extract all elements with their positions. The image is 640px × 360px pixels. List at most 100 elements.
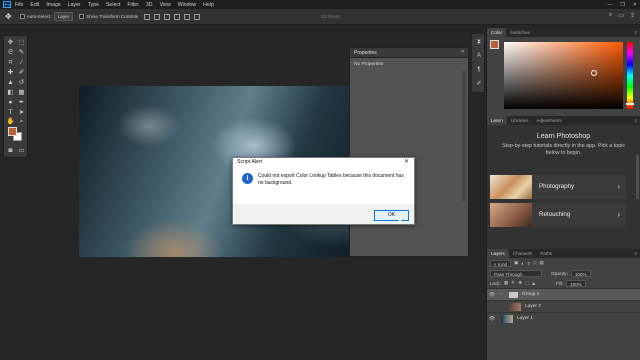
align-top-icon[interactable] <box>174 13 181 20</box>
layer-filter-dropdown[interactable]: ⌕ Kind <box>490 259 512 267</box>
healing-tool-icon[interactable]: ✚ <box>6 68 15 77</box>
align-middle-icon[interactable] <box>184 13 191 20</box>
stamp-tool-icon[interactable]: ▲ <box>6 78 15 87</box>
learn-scrollbar[interactable] <box>636 155 639 199</box>
brush-tool-icon[interactable]: ✐ <box>17 68 26 77</box>
eyedropper-tool-icon[interactable]: ⁄ <box>17 58 26 67</box>
history-brush-tool-icon[interactable]: ↺ <box>17 78 26 87</box>
lock-all-icon[interactable]: 🔒︎ <box>532 281 534 286</box>
visibility-eye-icon[interactable]: 👁︎ <box>487 316 497 322</box>
foreground-color-swatch[interactable] <box>8 127 17 136</box>
close-icon[interactable]: ✕ <box>404 158 409 165</box>
lock-paint-icon[interactable]: ✎ <box>511 280 515 286</box>
quick-mask-icon[interactable]: ◙ <box>6 146 15 155</box>
lock-position-icon[interactable]: ✥ <box>518 280 522 286</box>
quick-select-tool-icon[interactable]: ✎ <box>17 48 26 57</box>
tab-learn[interactable]: Learn <box>487 116 507 125</box>
dialog-footer: OK <box>233 204 414 224</box>
learn-topic-photography[interactable]: Photography › <box>490 175 626 199</box>
layer-name: Layer 2 <box>525 304 541 309</box>
path-select-tool-icon[interactable]: ➤ <box>17 108 26 117</box>
align-center-icon[interactable] <box>154 13 161 20</box>
crop-tool-icon[interactable]: ⌗ <box>6 58 15 67</box>
minimize-button[interactable]: — <box>607 2 612 8</box>
menu-view[interactable]: View <box>160 2 171 8</box>
move-tool-icon[interactable]: ✥ <box>5 12 12 21</box>
tab-libraries[interactable]: Libraries <box>507 116 533 125</box>
menu-select[interactable]: Select <box>106 2 120 8</box>
pen-tool-icon[interactable]: ✒ <box>17 98 26 107</box>
blend-mode-dropdown[interactable]: Pass Through <box>490 269 542 277</box>
brush-panel-icon[interactable]: ✐ <box>475 80 483 88</box>
move-tool-icon[interactable]: ✥ <box>6 38 15 47</box>
eraser-tool-icon[interactable]: ◧ <box>6 88 15 97</box>
panel-menu-icon[interactable]: ≡ <box>634 116 637 125</box>
fill-label: Fill: <box>555 280 563 286</box>
dodge-tool-icon[interactable]: ● <box>6 98 15 107</box>
tab-layers[interactable]: Layers <box>487 249 509 258</box>
hand-tool-icon[interactable]: ✋ <box>6 117 15 126</box>
filter-pixel-icon[interactable]: ▣ <box>514 260 518 266</box>
menu-image[interactable]: Image <box>46 2 60 8</box>
color-picker-cursor[interactable] <box>591 70 597 76</box>
hue-slider-strip[interactable] <box>627 42 633 109</box>
lock-artboard-icon[interactable]: ⬚ <box>525 280 529 286</box>
transform-controls-checkbox[interactable] <box>79 14 86 20</box>
close-button[interactable]: ✕ <box>633 2 637 8</box>
menu-type[interactable]: Type <box>88 2 99 8</box>
align-left-icon[interactable] <box>144 13 151 20</box>
panel-menu-icon[interactable]: ≡ <box>634 249 637 258</box>
character-panel-icon[interactable]: A <box>475 52 483 60</box>
filter-adjustment-icon[interactable]: ◐ <box>521 261 524 266</box>
color-picker-field[interactable] <box>504 42 623 109</box>
tab-adjustments[interactable]: Adjustments <box>532 116 565 125</box>
layer-row-layer-2[interactable]: Layer 2 <box>487 300 640 312</box>
align-bottom-icon[interactable] <box>194 13 201 20</box>
menu-filter[interactable]: Filter <box>127 2 139 8</box>
panel-menu-icon[interactable]: ≡ <box>634 28 637 37</box>
chevron-right-icon[interactable]: › <box>500 292 502 297</box>
color-foreground-swatch[interactable] <box>490 40 499 49</box>
gradient-tool-icon[interactable]: ▦ <box>17 88 26 97</box>
auto-select-checkbox[interactable] <box>19 14 27 20</box>
opacity-input[interactable]: 100% <box>570 269 591 277</box>
lasso-tool-icon[interactable]: ᘓ <box>6 48 15 57</box>
visibility-eye-icon[interactable]: 👁︎ <box>487 292 497 298</box>
marquee-tool-icon[interactable]: ⬚ <box>17 38 26 47</box>
menu-file[interactable]: File <box>15 2 23 8</box>
menu-3d[interactable]: 3D <box>146 2 153 8</box>
ok-button[interactable]: OK <box>374 210 409 221</box>
maximize-button[interactable]: ❐ <box>620 2 624 8</box>
hue-slider-handle[interactable] <box>626 103 634 105</box>
align-right-icon[interactable] <box>164 13 171 20</box>
panel-close-icon[interactable]: ✕ <box>461 49 465 55</box>
properties-panel: Properties ✕ No Properties <box>349 47 469 257</box>
tab-swatches[interactable]: Swatches <box>506 28 534 37</box>
layer-row-layer-1[interactable]: 👁︎ Layer 1 <box>487 312 640 324</box>
lock-pixels-icon[interactable]: ▦ <box>504 280 508 286</box>
zoom-tool-icon[interactable]: ⌕ <box>17 117 26 126</box>
menu-edit[interactable]: Edit <box>30 2 39 8</box>
tab-channels[interactable]: Channels <box>509 249 536 258</box>
tab-color[interactable]: Color <box>487 28 506 37</box>
menu-help[interactable]: Help <box>203 2 214 8</box>
fill-input[interactable]: 100% <box>566 279 586 287</box>
auto-select-target-dropdown[interactable]: Layer <box>53 12 74 21</box>
paragraph-panel-icon[interactable]: ¶ <box>475 66 483 74</box>
history-panel-icon[interactable]: ⧗ <box>475 38 483 46</box>
layer-row-group-1[interactable]: 👁︎ › Group 1 <box>487 288 640 300</box>
tab-paths[interactable]: Paths <box>536 249 556 258</box>
layer-filter-row: ⌕ Kind ▣ ◐ T ◇ ▤ <box>487 258 640 268</box>
filter-type-icon[interactable]: T <box>527 261 530 266</box>
share-icon[interactable]: ⇪ <box>630 12 635 19</box>
workspace-icon[interactable]: ▭ <box>618 12 624 19</box>
filter-shape-icon[interactable]: ◇ <box>533 260 537 266</box>
screen-mode-icon[interactable]: ▭ <box>17 146 26 155</box>
properties-scrollbar[interactable] <box>462 71 466 201</box>
learn-topic-retouching[interactable]: Retouching › <box>490 203 626 227</box>
type-tool-icon[interactable]: T <box>6 108 15 117</box>
menu-layer[interactable]: Layer <box>68 2 81 8</box>
filter-smart-icon[interactable]: ▤ <box>540 260 544 266</box>
search-icon[interactable]: ⌕ <box>609 12 612 19</box>
menu-window[interactable]: Window <box>178 2 196 8</box>
